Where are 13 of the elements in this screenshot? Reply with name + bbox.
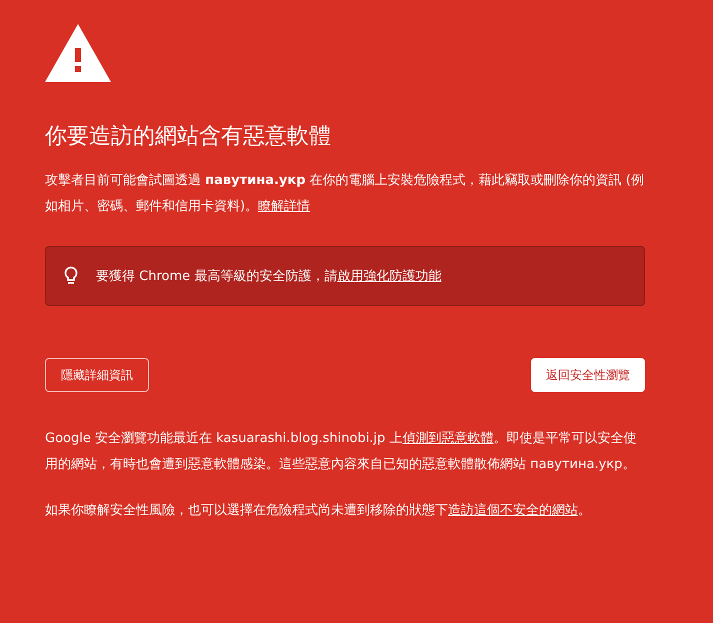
- details-text: Google 安全瀏覽功能最近在 kasuarashi.blog.shinobi.jp 上偵測到惡意軟體。即使是平常可以安全使用的網站，有時也會遭到惡意軟體感染。這些惡意內容來自已知的惡意軟體散佈網站 павутина.укр。: [45, 430, 638, 474]
- page-heading: 你要造訪的網站含有惡意軟體: [45, 123, 332, 151]
- back-to-safety-button[interactable]: 返回安全性瀏覽: [531, 358, 645, 392]
- lightbulb-icon: [64, 266, 78, 286]
- enhanced-protection-link[interactable]: 啟用強化防護功能: [337, 269, 442, 284]
- warning-icon: [45, 24, 111, 82]
- details-text: 如果你瞭解安全性風險，也可以選擇在危險程式尚未遭到移除的狀態下造訪這個不安全的網站。: [45, 502, 592, 520]
- details-link[interactable]: 偵測到惡意軟體: [402, 431, 494, 446]
- details-link[interactable]: 造訪這個不安全的網站: [448, 503, 578, 518]
- hide-details-button[interactable]: 隱藏詳細資訊: [45, 358, 149, 392]
- protection-text: 要獲得 Chrome 最高等級的安全防護，請啟用強化防護功能: [96, 268, 442, 285]
- warning-text: 攻擊者目前可能會試圖透過 павутина.укр 在你的電腦上安裝危險程式，藉此竊取或刪除你的資訊 (例如相片、密碼、郵件和信用卡資料)。瞭解詳情: [45, 172, 645, 216]
- learn-more-link[interactable]: 瞭解詳情: [258, 199, 310, 214]
